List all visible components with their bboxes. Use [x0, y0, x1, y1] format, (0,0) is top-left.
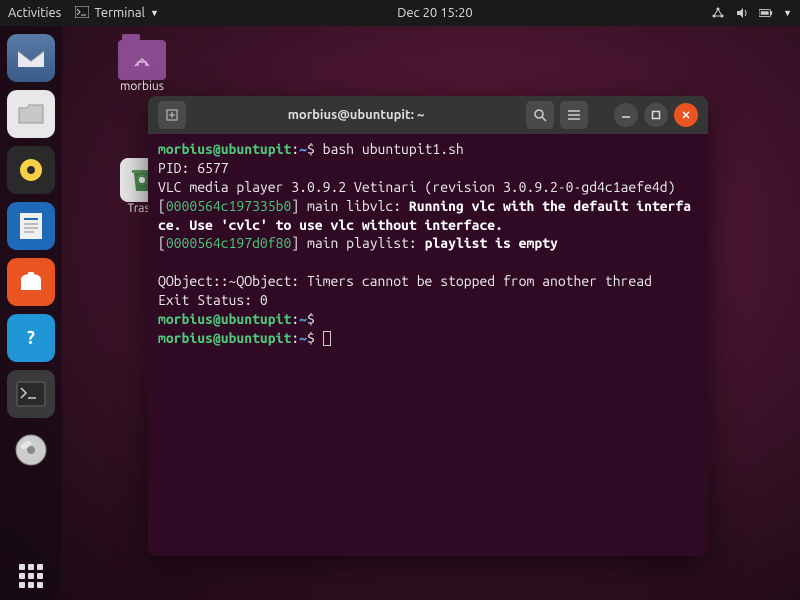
dock: ?: [0, 26, 62, 600]
show-applications[interactable]: [7, 552, 55, 600]
hamburger-menu-button[interactable]: [560, 101, 588, 129]
dock-files[interactable]: [7, 90, 55, 138]
prompt-path: ~: [299, 330, 307, 346]
window-title: morbius@ubuntupit: ~: [186, 108, 526, 122]
terminal-body[interactable]: morbius@ubuntupit:~$ bash ubuntupit1.sh …: [148, 134, 708, 556]
output-line: Exit Status: 0: [158, 292, 268, 308]
prompt-user: morbius@ubuntupit: [158, 311, 291, 327]
dock-help[interactable]: ?: [7, 314, 55, 362]
maximize-button[interactable]: [644, 103, 668, 127]
folder-icon: [118, 40, 166, 80]
top-panel: Activities Terminal ▼ Dec 20 15:20 ▼: [0, 0, 800, 26]
chevron-down-icon: ▼: [150, 8, 159, 18]
app-menu-label: Terminal: [94, 6, 145, 20]
dock-rhythmbox[interactable]: [7, 146, 55, 194]
terminal-titlebar[interactable]: morbius@ubuntupit: ~: [148, 96, 708, 134]
app-menu[interactable]: Terminal ▼: [75, 6, 159, 21]
desktop-icon-label: morbius: [120, 80, 164, 93]
prompt-user: morbius@ubuntupit: [158, 330, 291, 346]
volume-icon: [735, 6, 749, 20]
terminal-icon: [75, 6, 89, 21]
svg-text:?: ?: [27, 328, 35, 348]
network-icon: [711, 6, 725, 20]
output-line: QObject::~QObject: Timers cannot be stop…: [158, 273, 652, 289]
new-tab-button[interactable]: [158, 101, 186, 129]
dock-writer[interactable]: [7, 202, 55, 250]
output-line: [0000564c197d0f80] main playlist: playli…: [158, 235, 558, 251]
command-text: bash ubuntupit1.sh: [323, 141, 464, 157]
activities-button[interactable]: Activities: [8, 6, 61, 20]
output-line: PID: 6577: [158, 160, 229, 176]
dock-software[interactable]: [7, 258, 55, 306]
terminal-window: morbius@ubuntupit: ~ morbius@ubuntupit:~…: [148, 96, 708, 556]
output-line: [0000564c197335b0] main libvlc: Running …: [158, 198, 691, 233]
grid-icon: [19, 564, 43, 588]
search-button[interactable]: [526, 101, 554, 129]
output-line: VLC media player 3.0.9.2 Vetinari (revis…: [158, 179, 675, 195]
prompt-user: morbius@ubuntupit: [158, 141, 291, 157]
dock-terminal[interactable]: [7, 370, 55, 418]
desktop-folder-morbius[interactable]: morbius: [108, 40, 176, 93]
close-button[interactable]: [674, 103, 698, 127]
clock[interactable]: Dec 20 15:20: [159, 6, 711, 20]
cursor: [323, 331, 331, 346]
prompt-path: ~: [299, 141, 307, 157]
battery-icon: [759, 6, 773, 20]
chevron-down-icon: ▼: [783, 8, 792, 18]
dock-thunderbird[interactable]: [7, 34, 55, 82]
dock-disc[interactable]: [7, 426, 55, 474]
system-tray[interactable]: ▼: [711, 6, 792, 20]
prompt-path: ~: [299, 311, 307, 327]
minimize-button[interactable]: [614, 103, 638, 127]
